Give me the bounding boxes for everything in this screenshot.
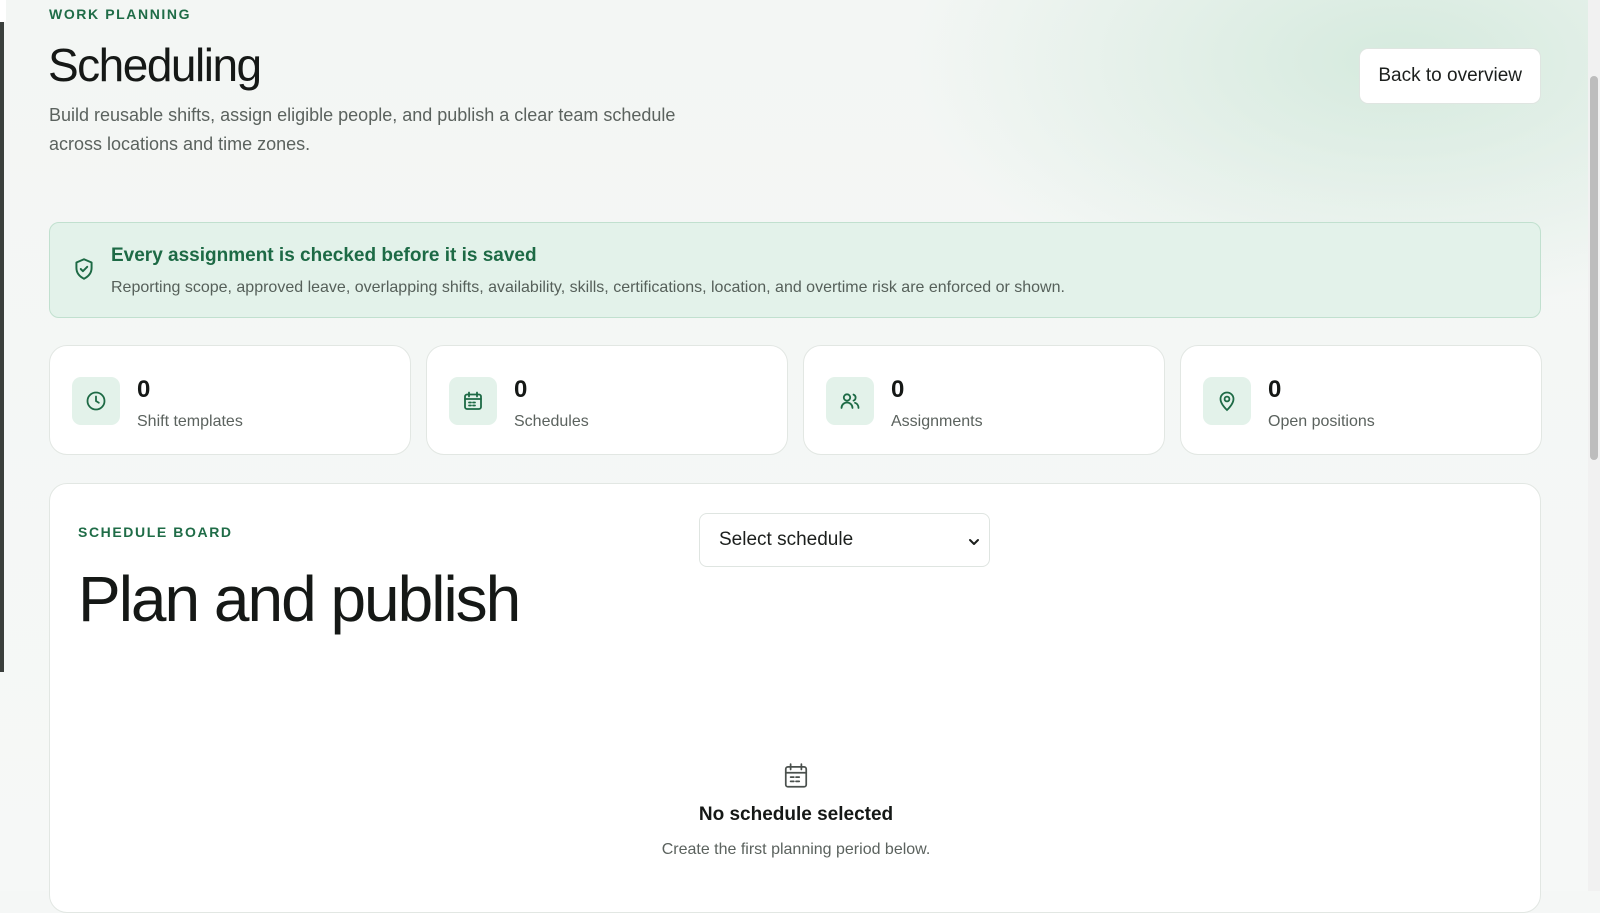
calendar-icon: [783, 762, 809, 790]
stat-label: Shift templates: [137, 413, 243, 430]
stat-label: Assignments: [891, 413, 983, 430]
stat-card-shift-templates: 0 Shift templates: [49, 345, 411, 455]
stat-label: Schedules: [514, 413, 589, 430]
stat-value: 0: [514, 376, 528, 403]
scrollbar[interactable]: [1588, 0, 1600, 891]
stat-card-schedules: 0 Schedules: [426, 345, 788, 455]
shield-check-icon: [71, 256, 97, 282]
notice-title: Every assignment is checked before it is…: [111, 245, 537, 266]
schedule-select-value: Select schedule: [719, 529, 854, 550]
page-title: Scheduling: [48, 39, 262, 91]
stat-label: Open positions: [1268, 413, 1375, 430]
empty-state-title: No schedule selected: [698, 804, 894, 825]
schedule-select[interactable]: Select schedule: [699, 513, 990, 567]
page-description: Build reusable shifts, assign eligible p…: [49, 105, 676, 154]
stats-row: 0 Shift templates 0 Schedules 0 Assignme…: [49, 345, 1542, 455]
window-edge: [0, 0, 6, 672]
scrollbar-thumb[interactable]: [1590, 76, 1598, 460]
stat-card-assignments: 0 Assignments: [803, 345, 1165, 455]
stat-value: 0: [891, 376, 905, 403]
stat-value: 0: [137, 376, 151, 403]
users-icon: [826, 377, 874, 425]
chevron-down-icon: [967, 533, 981, 547]
stat-card-open-positions: 0 Open positions: [1180, 345, 1542, 455]
clock-icon: [72, 377, 120, 425]
validation-notice: Every assignment is checked before it is…: [49, 222, 1541, 318]
calendar-icon: [449, 377, 497, 425]
page-eyebrow: WORK PLANNING: [49, 6, 192, 22]
schedule-board: SCHEDULE BOARD Plan and publish Select s…: [49, 483, 1541, 913]
back-to-overview-button[interactable]: Back to overview: [1359, 48, 1541, 104]
board-eyebrow: SCHEDULE BOARD: [78, 524, 233, 540]
map-pin-icon: [1203, 377, 1251, 425]
empty-state-text: Create the first planning period below.: [661, 841, 931, 858]
board-title: Plan and publish: [78, 563, 521, 635]
notice-text: Reporting scope, approved leave, overlap…: [111, 279, 1065, 296]
stat-value: 0: [1268, 376, 1282, 403]
